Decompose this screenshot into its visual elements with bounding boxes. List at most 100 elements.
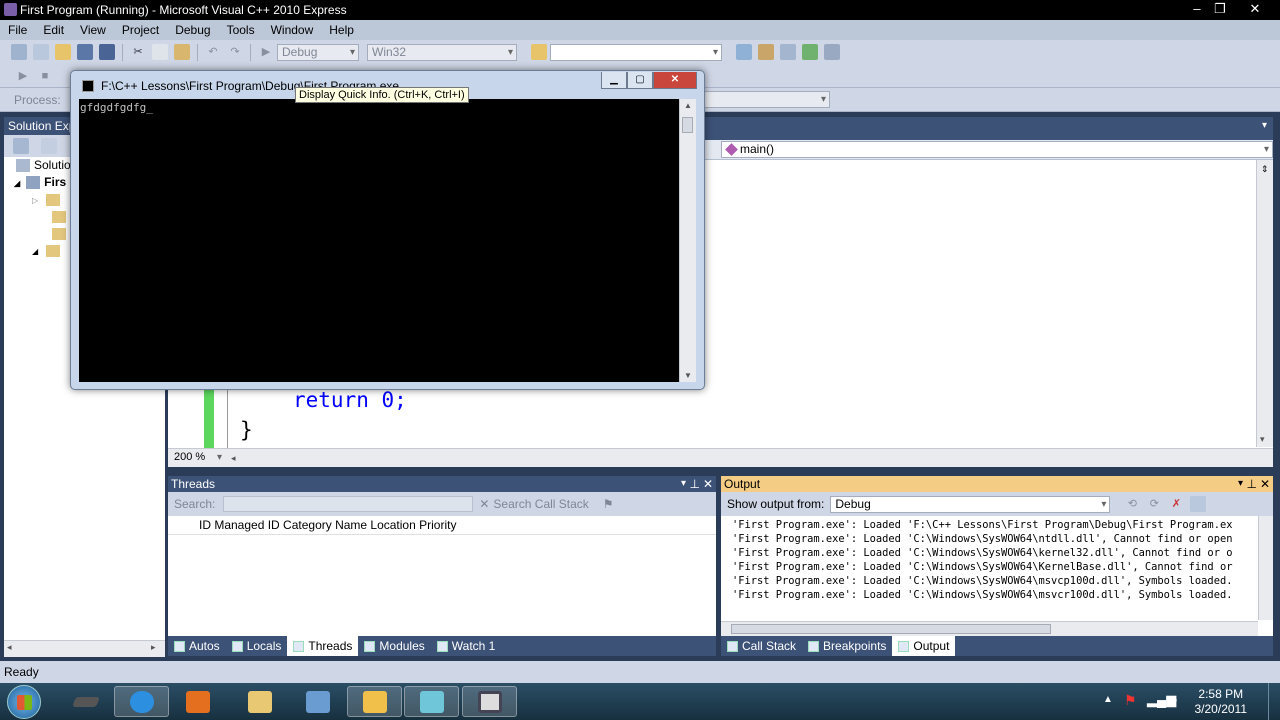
clock[interactable]: 2:58 PM 3/20/2011 — [1195, 687, 1248, 717]
new-project-icon[interactable] — [11, 44, 27, 60]
taskbar-app[interactable] — [58, 686, 113, 717]
output-text[interactable]: 'First Program.exe': Loaded 'F:\C++ Less… — [721, 516, 1257, 602]
toolbox-icon[interactable] — [780, 44, 796, 60]
menu-tools[interactable]: Tools — [219, 20, 263, 40]
editor-vertical-scrollbar[interactable]: ⇕ ▾ — [1256, 160, 1273, 447]
chevron-down-icon[interactable]: ▾ — [1262, 120, 1267, 131]
add-item-icon[interactable] — [33, 44, 49, 60]
console-scroll-thumb[interactable] — [682, 117, 693, 133]
solution-explorer-icon[interactable] — [736, 44, 752, 60]
save-all-icon[interactable] — [99, 44, 115, 60]
redo-icon[interactable]: ↷ — [227, 44, 243, 60]
split-icon[interactable]: ⇕ — [1261, 164, 1269, 175]
menu-debug[interactable]: Debug — [167, 20, 218, 40]
collapse-icon[interactable]: ◢ — [32, 247, 38, 256]
collapse-icon[interactable]: ◢ — [14, 179, 20, 188]
start-page-icon[interactable] — [802, 44, 818, 60]
show-output-from-combo[interactable]: Debug — [830, 495, 1111, 513]
copy-icon[interactable] — [152, 44, 168, 60]
goto-previous-icon[interactable]: ⟲ — [1124, 496, 1140, 512]
menu-file[interactable]: File — [0, 20, 35, 40]
action-center-icon[interactable]: ⚑ — [1124, 692, 1137, 709]
menu-edit[interactable]: Edit — [35, 20, 72, 40]
menu-help[interactable]: Help — [321, 20, 362, 40]
clear-search-icon[interactable]: ✕ — [479, 497, 489, 511]
flag-icon[interactable]: ⚑ — [603, 497, 614, 511]
show-all-files-icon[interactable] — [41, 138, 57, 154]
horizontal-scrollbar[interactable]: ◂ ▸ — [4, 640, 165, 657]
menu-window[interactable]: Window — [263, 20, 322, 40]
console-close-icon[interactable]: ✕ — [653, 72, 697, 89]
chevron-down-icon[interactable]: ▾ — [1238, 476, 1243, 492]
taskbar-internet-explorer[interactable] — [114, 686, 169, 717]
close-icon[interactable]: ✕ — [703, 476, 713, 492]
console-minimize-icon[interactable]: ▁ — [601, 72, 627, 89]
taskbar-console[interactable] — [462, 686, 517, 717]
output-scroll-thumb[interactable] — [731, 624, 1051, 634]
show-desktop-button[interactable] — [1268, 683, 1280, 720]
output-vertical-scrollbar[interactable] — [1258, 516, 1273, 620]
stop-icon[interactable]: ■ — [37, 68, 53, 84]
console-screen[interactable]: gfdgdfgdfg_ — [79, 99, 679, 382]
cut-icon[interactable]: ✂ — [130, 44, 146, 60]
goto-next-icon[interactable]: ⟳ — [1146, 496, 1162, 512]
chevron-down-icon[interactable]: ▾ — [681, 476, 686, 492]
scroll-down-icon[interactable]: ▼ — [684, 371, 692, 380]
tab-modules[interactable]: Modules — [358, 636, 430, 656]
tab-breakpoints[interactable]: Breakpoints — [802, 636, 892, 656]
platform-combo[interactable]: Win32 — [367, 43, 517, 61]
scroll-left-icon[interactable]: ◂ — [231, 453, 236, 464]
taskbar-app[interactable] — [290, 686, 345, 717]
open-folder-icon[interactable] — [55, 44, 71, 60]
undo-icon[interactable]: ↶ — [205, 44, 221, 60]
paste-icon[interactable] — [174, 44, 190, 60]
properties-icon[interactable] — [13, 138, 29, 154]
console-maximize-icon[interactable]: ▢ — [627, 72, 653, 89]
threads-column-headers[interactable]: ID Managed ID Category Name Location Pri… — [168, 516, 716, 535]
taskbar-explorer[interactable] — [232, 686, 287, 717]
output-toolbar: Show output from: Debug ⟲ ⟳ ✗ — [721, 492, 1273, 516]
volume-icon[interactable]: ♪ — [1171, 691, 1178, 707]
scroll-down-icon[interactable]: ▾ — [1260, 434, 1265, 445]
search-call-stack-button[interactable]: Search Call Stack — [493, 497, 588, 511]
zoom-combo[interactable]: 200 % — [170, 449, 225, 467]
close-icon[interactable]: ✕ — [1260, 476, 1270, 492]
continue-icon[interactable]: ▶ — [15, 68, 31, 84]
tab-output[interactable]: Output — [892, 636, 956, 656]
tab-locals[interactable]: Locals — [226, 636, 288, 656]
show-hidden-icons[interactable]: ▲ — [1103, 694, 1113, 705]
tab-threads[interactable]: Threads — [287, 636, 359, 656]
tab-call-stack[interactable]: Call Stack — [721, 636, 802, 656]
menu-project[interactable]: Project — [114, 20, 167, 40]
expand-icon[interactable]: ▷ — [32, 196, 38, 205]
find-combo[interactable] — [550, 43, 722, 61]
find-in-files-icon[interactable] — [531, 44, 547, 60]
scroll-up-icon[interactable]: ▲ — [684, 101, 692, 110]
tab-autos[interactable]: Autos — [168, 636, 226, 656]
taskbar-app[interactable] — [404, 686, 459, 717]
pin-icon[interactable]: ⊥ — [690, 476, 700, 492]
start-debugging-icon[interactable]: ▶ — [258, 44, 274, 60]
pin-icon[interactable]: ⊥ — [1247, 476, 1257, 492]
properties-icon[interactable] — [758, 44, 774, 60]
console-scrollbar[interactable]: ▲ ▼ — [679, 99, 696, 382]
console-window[interactable]: F:\C++ Lessons\First Program\Debug\First… — [70, 70, 705, 390]
taskbar-media-player[interactable] — [170, 686, 225, 717]
menu-view[interactable]: View — [72, 20, 114, 40]
output-horizontal-scrollbar[interactable] — [721, 621, 1258, 636]
word-wrap-icon[interactable] — [1190, 496, 1207, 512]
start-button[interactable] — [7, 685, 41, 719]
output-panel: Output ▾ ⊥ ✕ Show output from: Debug ⟲ ⟳… — [721, 476, 1273, 636]
tab-watch-1[interactable]: Watch 1 — [431, 636, 502, 656]
extension-manager-icon[interactable] — [824, 44, 840, 60]
restore-icon[interactable]: ❐ — [1205, 0, 1235, 18]
taskbar-visual-cpp[interactable] — [347, 686, 402, 717]
code-text[interactable]: return 0; } — [200, 385, 407, 445]
member-combo[interactable]: main() — [721, 141, 1273, 158]
search-input[interactable] — [223, 496, 474, 512]
save-icon[interactable] — [77, 44, 93, 60]
close-icon[interactable]: ✕ — [1240, 0, 1270, 18]
configuration-combo[interactable]: Debug — [277, 43, 359, 61]
clear-all-icon[interactable]: ✗ — [1168, 496, 1184, 512]
stack-frame-combo[interactable] — [700, 91, 830, 108]
